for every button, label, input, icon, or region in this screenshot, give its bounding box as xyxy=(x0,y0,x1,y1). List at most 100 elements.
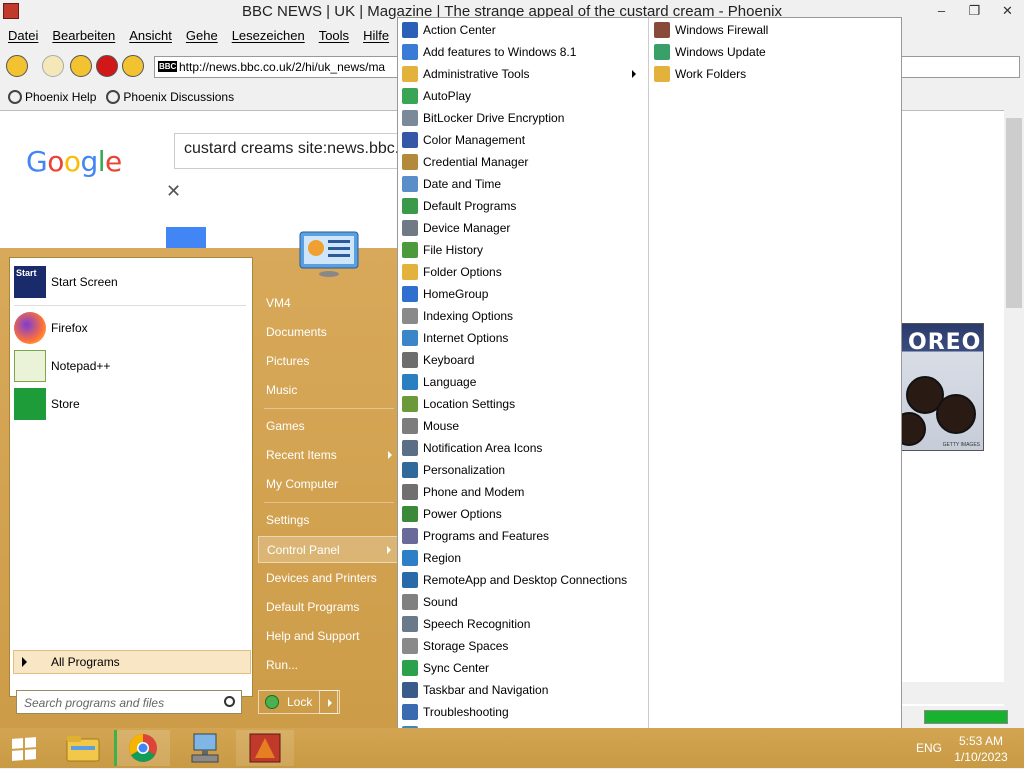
control-panel-item[interactable]: Action Center xyxy=(398,19,644,41)
control-panel-item[interactable]: Phone and Modem xyxy=(398,481,644,503)
control-panel-item[interactable]: Windows Firewall xyxy=(650,19,896,41)
stop-icon[interactable] xyxy=(96,55,118,77)
control-panel-item[interactable]: Sync Center xyxy=(398,657,644,679)
control-panel-item[interactable]: Personalization xyxy=(398,459,644,481)
control-panel-item[interactable]: AutoPlay xyxy=(398,85,644,107)
lock-options-button[interactable] xyxy=(319,690,340,714)
horizontal-scrollbar[interactable] xyxy=(900,682,1004,704)
control-panel-item-label: Windows Firewall xyxy=(675,23,769,37)
language-indicator[interactable]: ENG xyxy=(916,741,942,755)
control-panel-item[interactable]: Date and Time xyxy=(398,173,644,195)
menu-ansicht[interactable]: Ansicht xyxy=(129,28,172,43)
start-item-help-support[interactable]: Help and Support xyxy=(258,623,398,650)
phoenix-app-icon[interactable] xyxy=(3,3,19,19)
control-panel-item[interactable]: Indexing Options xyxy=(398,305,644,327)
reload-icon[interactable] xyxy=(70,55,92,77)
menu-datei[interactable]: Datei xyxy=(8,28,38,43)
control-panel-item[interactable]: HomeGroup xyxy=(398,283,644,305)
control-panel-item[interactable]: Region xyxy=(398,547,644,569)
start-item-games[interactable]: Games xyxy=(258,413,398,440)
control-panel-item-label: Keyboard xyxy=(423,353,475,367)
pinned-start-screen[interactable]: Start Start Screen xyxy=(14,264,246,300)
pinned-firefox[interactable]: Firefox xyxy=(14,310,246,346)
start-item-recent-items[interactable]: Recent Items xyxy=(258,442,398,469)
all-programs-button[interactable]: All Programs xyxy=(13,650,251,674)
control-panel-item[interactable]: Sound xyxy=(398,591,644,613)
control-panel-item[interactable]: File History xyxy=(398,239,644,261)
control-panel-item[interactable]: BitLocker Drive Encryption xyxy=(398,107,644,129)
bookmark-phoenix-help[interactable]: Phoenix Help xyxy=(8,90,96,104)
article-image: OREO GETTY IMAGES xyxy=(901,323,984,451)
start-item-settings[interactable]: Settings xyxy=(258,507,398,534)
menu-hilfe[interactable]: Hilfe xyxy=(363,28,389,43)
control-panel-item[interactable]: Storage Spaces xyxy=(398,635,644,657)
home-icon[interactable] xyxy=(122,55,144,77)
url-text: http://news.bbc.co.uk/2/hi/uk_news/ma xyxy=(179,60,386,74)
logo-letter: e xyxy=(105,145,122,178)
control-panel-item[interactable]: RemoteApp and Desktop Connections xyxy=(398,569,644,591)
minimize-button[interactable]: – xyxy=(925,0,958,22)
taskbar-network[interactable] xyxy=(176,730,234,766)
control-panel-item-label: File History xyxy=(423,243,484,257)
control-panel-item[interactable]: Notification Area Icons xyxy=(398,437,644,459)
system-clock[interactable]: 5:53 AM 1/10/2023 xyxy=(946,733,1016,765)
search-programs-input[interactable]: Search programs and files xyxy=(16,690,242,714)
control-panel-item-label: HomeGroup xyxy=(423,287,489,301)
forward-icon[interactable] xyxy=(42,55,64,77)
start-item-run[interactable]: Run... xyxy=(258,652,398,679)
control-panel-item[interactable]: Power Options xyxy=(398,503,644,525)
menu-bearbeiten[interactable]: Bearbeiten xyxy=(52,28,115,43)
start-item-control-panel[interactable]: Control Panel xyxy=(258,536,398,563)
search-input[interactable]: custard creams site:news.bbc. xyxy=(174,133,414,169)
control-panel-item[interactable]: Mouse xyxy=(398,415,644,437)
taskbar-explorer[interactable] xyxy=(54,730,112,766)
control-panel-item[interactable]: Language xyxy=(398,371,644,393)
control-panel-item[interactable]: Default Programs xyxy=(398,195,644,217)
control-panel-item[interactable]: Credential Manager xyxy=(398,151,644,173)
control-panel-item[interactable]: Add features to Windows 8.1 xyxy=(398,41,644,63)
start-item-label: Recent Items xyxy=(266,448,337,462)
menu-lesezeichen[interactable]: Lesezeichen xyxy=(232,28,305,43)
taskbar-chrome[interactable] xyxy=(114,730,170,766)
control-panel-item[interactable]: Administrative Tools xyxy=(398,63,644,85)
control-panel-item[interactable]: Folder Options xyxy=(398,261,644,283)
logo-letter: g xyxy=(80,145,98,178)
start-button[interactable] xyxy=(0,730,58,766)
bookmark-phoenix-discussions[interactable]: Phoenix Discussions xyxy=(106,90,234,104)
add-features-icon xyxy=(402,44,418,60)
start-item-music[interactable]: Music xyxy=(258,377,398,404)
start-item-my-computer[interactable]: My Computer xyxy=(258,471,398,498)
control-panel-item-label: Sound xyxy=(423,595,458,609)
start-item-default-programs[interactable]: Default Programs xyxy=(258,594,398,621)
control-panel-item[interactable]: Speech Recognition xyxy=(398,613,644,635)
start-item-devices-printers[interactable]: Devices and Printers xyxy=(258,565,398,592)
pinned-store[interactable]: Store xyxy=(14,386,246,422)
control-panel-item[interactable]: Internet Options xyxy=(398,327,644,349)
start-item-pictures[interactable]: Pictures xyxy=(258,348,398,375)
control-panel-item[interactable]: Windows Update xyxy=(650,41,896,63)
start-item-vm4[interactable]: VM4 xyxy=(258,290,398,317)
control-panel-item[interactable]: Device Manager xyxy=(398,217,644,239)
pinned-notepadpp[interactable]: Notepad++ xyxy=(14,348,246,384)
start-item-documents[interactable]: Documents xyxy=(258,319,398,346)
vertical-scrollbar[interactable] xyxy=(1004,110,1024,706)
control-panel-item[interactable]: Taskbar and Navigation xyxy=(398,679,644,701)
menu-tools[interactable]: Tools xyxy=(319,28,349,43)
scrollbar-thumb[interactable] xyxy=(1006,118,1022,308)
close-button[interactable]: ✕ xyxy=(991,0,1024,22)
control-panel-item[interactable]: Color Management xyxy=(398,129,644,151)
color-management-icon xyxy=(402,132,418,148)
control-panel-item[interactable]: Programs and Features xyxy=(398,525,644,547)
control-panel-item[interactable]: Keyboard xyxy=(398,349,644,371)
back-icon[interactable] xyxy=(6,55,28,77)
search-icon[interactable] xyxy=(224,696,235,707)
menu-gehe[interactable]: Gehe xyxy=(186,28,218,43)
control-panel-item-label: Taskbar and Navigation xyxy=(423,683,549,697)
taskbar-phoenix[interactable] xyxy=(236,730,294,766)
notepadpp-icon xyxy=(14,350,46,382)
clear-search-icon[interactable]: ✕ xyxy=(166,181,181,202)
restore-button[interactable]: ❐ xyxy=(958,0,991,22)
control-panel-item[interactable]: Work Folders xyxy=(650,63,896,85)
control-panel-item[interactable]: Troubleshooting xyxy=(398,701,644,723)
control-panel-item[interactable]: Location Settings xyxy=(398,393,644,415)
